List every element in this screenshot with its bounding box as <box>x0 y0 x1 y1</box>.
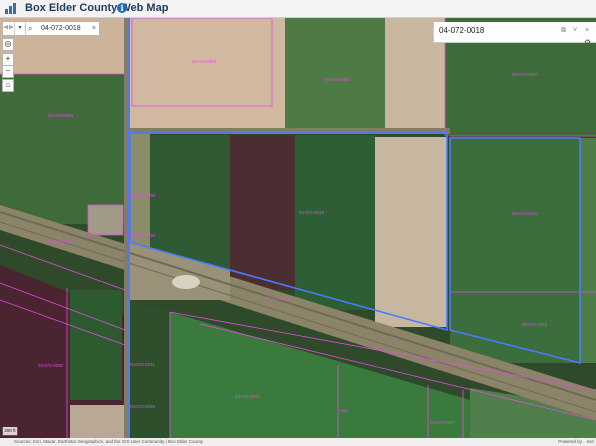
scale-bar: 200 ft <box>2 427 18 436</box>
parcel-popup: 04-072-0018 ⧉ ˅ × <box>433 22 596 43</box>
pond <box>172 275 200 289</box>
field <box>130 300 170 438</box>
collapse-popup-button[interactable]: ˅ <box>573 25 577 37</box>
parcel-label: 04-072-0003 <box>512 72 537 77</box>
home-button[interactable]: ⌂ <box>2 79 14 92</box>
highway-label: Hwy <box>340 408 349 413</box>
parcel-label: 04-072-0023 <box>265 296 290 301</box>
popup-title: 04-072-0018 <box>439 26 485 35</box>
map-attribution: Sources: Esri, Maxar, Earthstar Geograph… <box>0 438 596 446</box>
info-icon[interactable]: i <box>117 3 127 13</box>
search-icon: ⌕ <box>28 24 33 33</box>
road <box>124 18 130 438</box>
basemap-gallery-icon[interactable]: ⚙ <box>584 38 593 47</box>
farmstead <box>70 405 125 438</box>
expand-toolbar-icon[interactable]: ⊲⊳ <box>3 22 15 35</box>
parcel-label: 04-072-0030 <box>38 363 63 368</box>
app-title: Box Elder County Web Map <box>25 2 169 14</box>
esri-logo[interactable]: esri <box>587 438 594 446</box>
field <box>580 138 596 363</box>
close-popup-button[interactable]: × <box>585 25 589 37</box>
field <box>375 137 447 327</box>
road <box>130 128 450 134</box>
parcel-label: 04-072-0001 <box>192 59 217 64</box>
parcel-label: 04-072-0038 <box>130 233 155 238</box>
attribution-text: Sources: Esri, Maxar, Earthstar Geograph… <box>14 439 203 444</box>
parcel-search[interactable]: ⊲⊳ ▾ ⌕ 04-072-0018 × <box>2 21 100 36</box>
layers-icon: ◎ <box>4 39 12 48</box>
field <box>70 290 122 400</box>
app-header: Box Elder County Web Map i <box>0 0 596 18</box>
powered-by-text: Powered by <box>558 439 582 444</box>
field <box>130 18 285 130</box>
clear-search-button[interactable]: × <box>92 22 96 35</box>
farmstead <box>88 205 123 235</box>
layer-list-button[interactable]: ◎ <box>2 38 14 51</box>
field <box>0 74 125 224</box>
field <box>285 18 385 130</box>
parcel-label: 04-072-0036 <box>130 404 155 409</box>
parcel-label: 04-072-0019 <box>48 239 73 244</box>
map-view[interactable]: 04-072-0001 04-072-0002 04-072-0003 04-0… <box>0 18 596 438</box>
field <box>295 135 375 310</box>
parcel-label: 04-072-0037 <box>430 420 455 425</box>
dock-popup-button[interactable]: ⧉ <box>561 25 566 37</box>
parcel-label: 04-072-0031 <box>130 362 155 367</box>
parcel-label: 04-072-0022 <box>522 322 547 327</box>
parcel-label: 04-072-0013 <box>512 211 537 216</box>
parcel-label: 04-072-0018 <box>299 210 324 215</box>
search-source-dropdown[interactable]: ▾ <box>15 22 26 35</box>
search-input[interactable]: 04-072-0018 <box>41 22 81 35</box>
zoom-out-button[interactable]: − <box>2 65 14 78</box>
field <box>230 135 295 290</box>
parcel-label: 04-072-0006 <box>130 193 155 198</box>
app-logo-icon <box>5 3 16 14</box>
parcel-label: 04-072-0032 <box>235 394 260 399</box>
parcel-label: 04-072-0004 <box>48 113 73 118</box>
field <box>450 138 580 363</box>
parcel-label: 04-072-0002 <box>325 77 350 82</box>
